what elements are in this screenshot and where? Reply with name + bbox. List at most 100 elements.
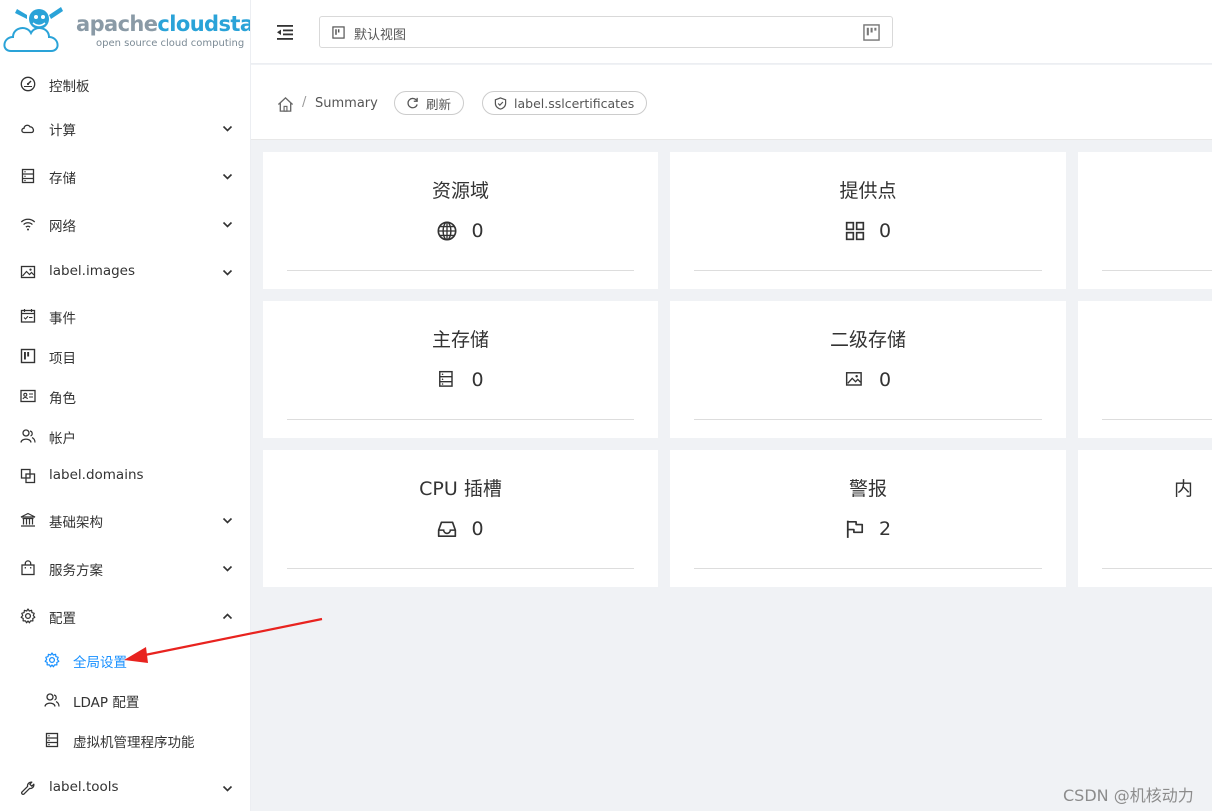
sidebar-item-label: 服务方案: [49, 563, 103, 579]
sidebar-item-11[interactable]: 服务方案: [0, 548, 250, 588]
cloudmonkey-logo-icon: [3, 7, 63, 52]
sidebar-item-5[interactable]: 事件: [0, 296, 250, 336]
cloud-icon: [20, 120, 36, 136]
reload-icon: [407, 97, 418, 108]
appstore-icon: [845, 221, 872, 241]
card-title: 提供点: [839, 180, 897, 202]
card-count: 0: [471, 220, 484, 242]
sidebar-item-label: 帐户: [49, 431, 76, 447]
home-icon[interactable]: [277, 96, 294, 113]
chevron-down-icon: [222, 782, 233, 793]
brand-logo[interactable]: apachecloudstack open source cloud compu…: [0, 0, 250, 62]
chevron-down-icon: [222, 266, 233, 277]
menu-fold-icon[interactable]: [276, 23, 294, 41]
sidebar-item-label: label.images: [49, 263, 136, 279]
sidebar-item-label: 事件: [49, 311, 76, 327]
top-header: 默认视图: [251, 0, 1212, 64]
flag-icon: [845, 519, 872, 539]
summary-card[interactable]: 内: [1078, 450, 1212, 587]
chevron-down-icon: [222, 170, 233, 181]
global-icon: [437, 221, 464, 241]
card-divider: [694, 419, 1042, 420]
summary-card[interactable]: 二级存储 0: [670, 301, 1066, 438]
sidebar-item-12[interactable]: 配置: [0, 596, 250, 636]
card-value-row: 0: [263, 369, 658, 391]
database-icon: [437, 370, 464, 390]
brand-tagline: open source cloud computing: [96, 38, 245, 49]
summary-card[interactable]: CPU 插槽 0: [263, 450, 658, 587]
sidebar-item-label: 角色: [49, 391, 76, 407]
sidebar-item-label: label.tools: [49, 779, 119, 795]
card-count: 0: [878, 369, 892, 391]
setting-icon: [20, 608, 36, 624]
sidebar-item-8[interactable]: 帐户: [0, 416, 250, 456]
sidebar-item-14[interactable]: LDAP 配置: [0, 680, 250, 720]
card-value-row: 0: [263, 518, 658, 540]
card-title: 主存储: [431, 329, 489, 351]
card-divider: [287, 568, 634, 569]
sidebar-item-label: 基础架构: [49, 515, 103, 531]
ssl-certificates-label: label.sslcertificates: [514, 95, 635, 111]
safety-shield-icon: [494, 96, 507, 110]
breadcrumb-current: Summary: [315, 96, 378, 111]
sidebar-item-7[interactable]: 角色: [0, 376, 250, 416]
breadcrumb-separator: /: [302, 95, 307, 110]
shopping-icon: [20, 560, 36, 576]
sidebar-item-9[interactable]: label.domains: [0, 456, 250, 496]
dashboard-icon: [20, 76, 36, 92]
card-count: 0: [471, 518, 484, 540]
team-icon: [20, 428, 36, 444]
summary-card[interactable]: 资源域 0: [263, 152, 658, 289]
project-select[interactable]: 默认视图: [319, 16, 893, 48]
brand-name: apachecloudstack: [76, 12, 250, 36]
schedule-icon: [20, 308, 36, 324]
sidebar-item-6[interactable]: 项目: [0, 336, 250, 376]
summary-card[interactable]: [1078, 301, 1212, 438]
sidebar-item-4[interactable]: label.images: [0, 252, 250, 292]
ssl-certificates-button[interactable]: label.sslcertificates: [482, 91, 648, 115]
sidebar-item-label: label.domains: [49, 467, 144, 483]
sidebar-item-label: 控制板: [49, 79, 90, 95]
sidebar-item-13[interactable]: 全局设置: [0, 640, 250, 680]
refresh-button[interactable]: 刷新: [394, 91, 465, 115]
card-divider: [694, 568, 1042, 569]
sidebar-item-label: 项目: [49, 351, 76, 367]
sidebar-item-label: 配置: [49, 611, 76, 627]
project-icon: [332, 26, 345, 39]
card-divider: [694, 270, 1042, 271]
sidebar-item-3[interactable]: 网络: [0, 204, 250, 244]
storage-icon: [20, 168, 36, 184]
chevron-down-icon: [222, 122, 233, 133]
card-value-row: 0: [670, 369, 1066, 391]
summary-card[interactable]: 警报 2: [670, 450, 1066, 587]
summary-card[interactable]: 提供点 0: [670, 152, 1066, 289]
card-value-row: 0: [670, 220, 1066, 242]
block-icon: [20, 468, 36, 484]
project-icon: [863, 24, 880, 41]
sidebar: apachecloudstack open source cloud compu…: [0, 0, 251, 811]
watermark: CSDN @机核动力: [1063, 786, 1194, 805]
chevron-down-icon: [222, 514, 233, 525]
database-icon: [44, 732, 60, 748]
picture-icon: [20, 264, 36, 280]
sidebar-item-1[interactable]: 计算: [0, 108, 250, 148]
card-divider: [1102, 568, 1212, 569]
summary-card[interactable]: [1078, 152, 1212, 289]
inbox-icon: [437, 519, 464, 539]
summary-card[interactable]: 主存储 0: [263, 301, 658, 438]
sidebar-item-15[interactable]: 虚拟机管理程序功能: [0, 720, 250, 760]
sidebar-item-2[interactable]: 存储: [0, 156, 250, 196]
setting-icon: [44, 652, 60, 668]
sidebar-item-0[interactable]: 控制板: [0, 64, 250, 104]
chevron-down-icon: [222, 218, 233, 229]
card-title: CPU 插槽: [419, 478, 502, 500]
tool-icon: [20, 780, 36, 796]
bank-icon: [20, 512, 36, 528]
sidebar-item-label: 网络: [49, 219, 76, 235]
sidebar-item-10[interactable]: 基础架构: [0, 500, 250, 540]
idcard-icon: [20, 388, 36, 404]
card-divider: [287, 270, 634, 271]
refresh-button-label: 刷新: [426, 96, 452, 112]
sidebar-item-16[interactable]: label.tools: [0, 768, 250, 808]
chevron-down-icon: [222, 562, 233, 573]
